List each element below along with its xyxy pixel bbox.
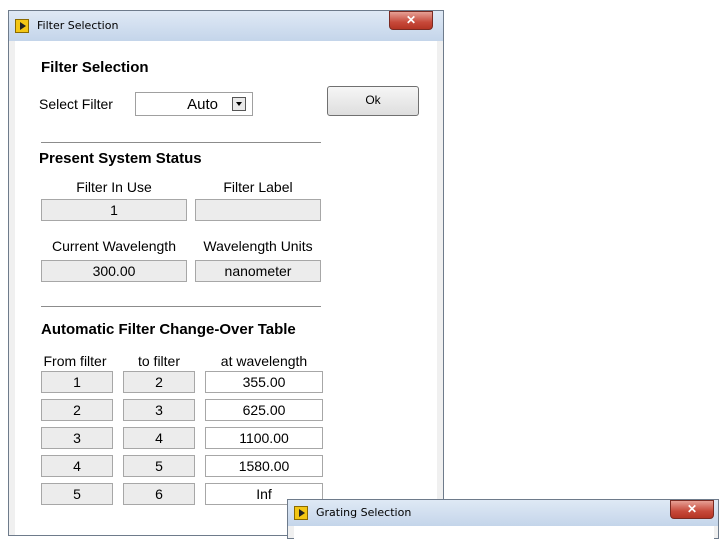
column-header-at-wavelength: at wavelength [220, 353, 308, 369]
column-header-to-filter: to filter [137, 353, 180, 369]
divider [41, 142, 321, 144]
filter-select-value: Auto [187, 96, 218, 113]
close-icon: ✕ [405, 13, 417, 27]
wavelength-units-label: Wavelength Units [203, 238, 313, 254]
section-title-changeover-table: Automatic Filter Change-Over Table [41, 321, 296, 338]
section-title-status: Present System Status [39, 150, 202, 167]
table-cell-to: 4 [123, 427, 195, 449]
section-title-filter: Filter Selection [41, 59, 149, 76]
filter-select[interactable]: Auto [135, 92, 253, 116]
close-button[interactable]: ✕ [670, 500, 714, 519]
table-cell-at-wavelength[interactable]: 355.00 [205, 371, 323, 393]
close-button[interactable]: ✕ [389, 11, 433, 30]
filter-label-label: Filter Label [223, 179, 293, 195]
filter-in-use-field: 1 [41, 199, 187, 221]
window-title: Grating Selection [316, 506, 412, 519]
title-bar[interactable]: Filter Selection ✕ [9, 11, 443, 41]
dropdown-arrow-icon[interactable] [232, 97, 246, 111]
ok-button[interactable]: Ok [327, 86, 419, 116]
filter-in-use-label: Filter In Use [76, 179, 152, 195]
current-wavelength-label: Current Wavelength [52, 238, 176, 254]
labview-app-icon [15, 19, 29, 33]
filter-label-field [195, 199, 321, 221]
table-cell-to: 5 [123, 455, 195, 477]
table-cell-at-wavelength[interactable]: 1580.00 [205, 455, 323, 477]
select-filter-label: Select Filter [39, 96, 113, 112]
column-header-from-filter: From filter [43, 353, 107, 369]
table-cell-from: 3 [41, 427, 113, 449]
table-cell-from: 1 [41, 371, 113, 393]
table-cell-to: 6 [123, 483, 195, 505]
title-bar[interactable]: Grating Selection ✕ [288, 500, 718, 526]
table-cell-at-wavelength[interactable]: 1100.00 [205, 427, 323, 449]
close-icon: ✕ [686, 502, 698, 516]
grating-selection-window: Grating Selection ✕ [287, 499, 719, 546]
filter-selection-window: Filter Selection ✕ Filter Selection Sele… [8, 10, 444, 536]
table-cell-from: 5 [41, 483, 113, 505]
table-cell-from: 4 [41, 455, 113, 477]
table-cell-from: 2 [41, 399, 113, 421]
window-title: Filter Selection [37, 19, 119, 32]
grating-window-client [294, 526, 714, 546]
labview-app-icon [294, 506, 308, 520]
current-wavelength-field: 300.00 [41, 260, 187, 282]
table-cell-to: 3 [123, 399, 195, 421]
table-cell-at-wavelength[interactable]: 625.00 [205, 399, 323, 421]
filter-window-client: Filter Selection Select Filter Auto Ok P… [15, 41, 437, 535]
table-cell-to: 2 [123, 371, 195, 393]
divider [41, 306, 321, 308]
wavelength-units-field: nanometer [195, 260, 321, 282]
